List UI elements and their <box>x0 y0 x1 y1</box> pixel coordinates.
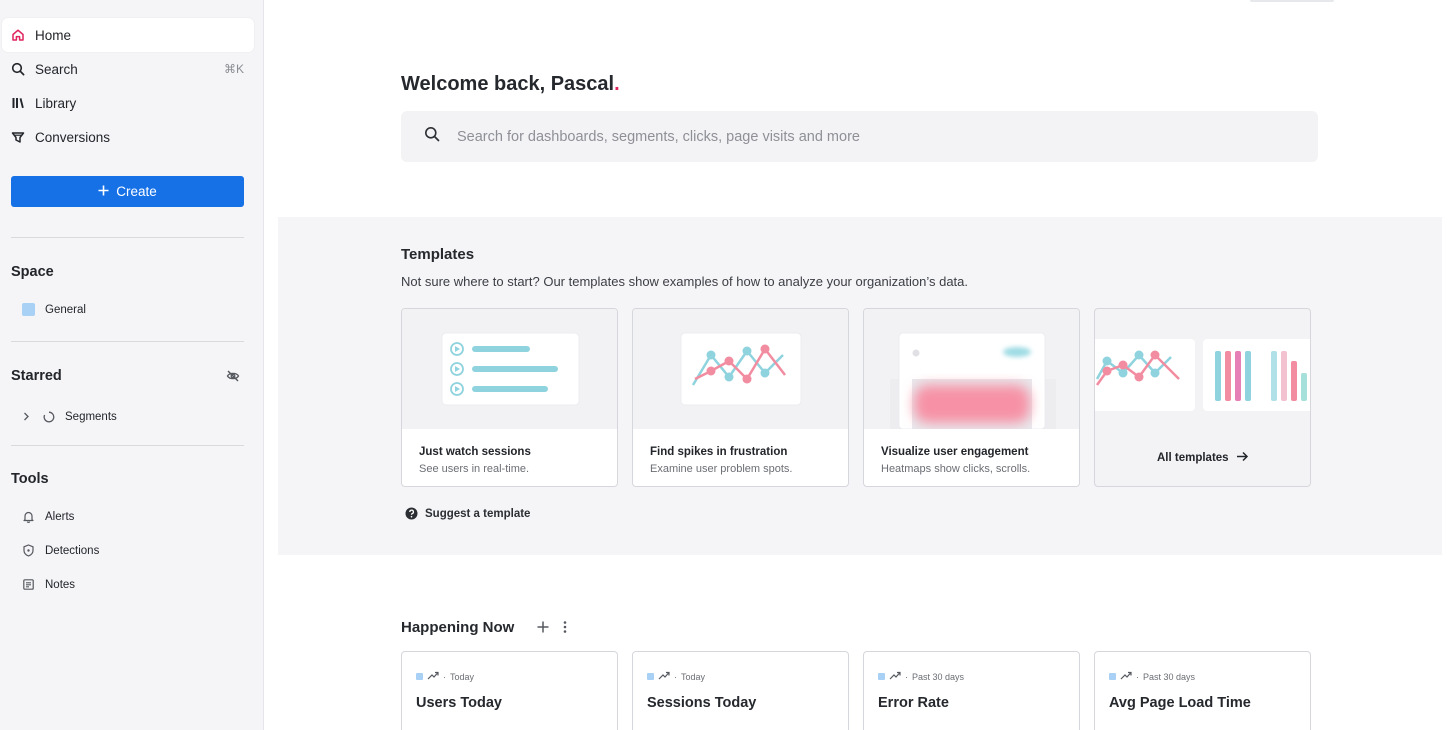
starred-title: Starred <box>11 368 62 384</box>
shield-icon <box>22 544 35 557</box>
top-right-control[interactable] <box>1250 0 1334 2</box>
metric-period: Today <box>681 671 706 682</box>
tools-item-label: Detections <box>45 544 100 557</box>
happening-now-title: Happening Now <box>401 619 515 636</box>
notes-icon <box>22 578 35 591</box>
all-templates-illustration <box>1095 309 1310 429</box>
search-shortcut: ⌘K <box>223 62 244 76</box>
all-templates-link[interactable]: All templates <box>1157 451 1249 465</box>
metric-title: Avg Page Load Time <box>1109 695 1251 711</box>
sidebar-divider <box>11 237 244 238</box>
add-icon[interactable] <box>536 620 550 634</box>
heatmap-illustration <box>864 309 1079 430</box>
segments-icon <box>42 410 55 423</box>
metric-title: Sessions Today <box>647 695 757 711</box>
nav-library-label: Library <box>35 95 77 111</box>
sessions-illustration <box>402 309 617 429</box>
suggest-template-label: Suggest a template <box>425 507 531 520</box>
bell-icon <box>22 510 35 523</box>
template-card-frustration-spikes[interactable]: Find spikes in frustration Examine user … <box>632 308 849 487</box>
welcome-text: Welcome back, Pascal <box>401 73 615 95</box>
template-subtitle: Examine user problem spots. <box>650 463 793 475</box>
nav-home[interactable]: Home <box>2 18 254 52</box>
trend-icon <box>1120 671 1132 682</box>
home-icon <box>11 28 25 42</box>
nav-search-label: Search <box>35 61 78 77</box>
template-card-watch-sessions[interactable]: Just watch sessions See users in real-ti… <box>401 308 618 487</box>
chevron-right-icon[interactable] <box>22 410 30 423</box>
space-item-label: General <box>45 303 86 316</box>
frustration-line-illustration <box>633 309 848 429</box>
trend-icon <box>427 671 439 682</box>
space-swatch <box>878 673 885 680</box>
arrow-right-icon <box>1236 451 1249 465</box>
metric-card-users-today[interactable]: · Today Users Today <box>401 651 618 730</box>
metric-meta: · Today <box>647 671 705 682</box>
metric-period: Past 30 days <box>912 671 965 682</box>
templates-title: Templates <box>401 246 475 263</box>
templates-description: Not sure where to start? Our templates s… <box>401 274 968 289</box>
create-button[interactable]: Create <box>11 176 244 207</box>
search-icon <box>424 126 440 147</box>
space-color-swatch <box>22 303 35 316</box>
metric-card-avg-page-load[interactable]: · Past 30 days Avg Page Load Time <box>1094 651 1311 730</box>
nav-conversions[interactable]: Conversions <box>2 120 254 154</box>
plus-icon <box>98 184 109 199</box>
metric-title: Users Today <box>416 695 502 711</box>
space-item-general[interactable]: General <box>22 303 86 316</box>
welcome-dot: . <box>614 73 620 95</box>
tools-item-label: Alerts <box>45 510 75 523</box>
template-subtitle: See users in real-time. <box>419 463 530 475</box>
metric-meta: · Past 30 days <box>1109 671 1195 682</box>
metric-meta: · Today <box>416 671 474 682</box>
global-search-bar[interactable] <box>401 111 1318 162</box>
metric-card-error-rate[interactable]: · Past 30 days Error Rate <box>863 651 1080 730</box>
space-title: Space <box>11 264 54 280</box>
metric-period: Today <box>450 671 475 682</box>
space-swatch <box>647 673 654 680</box>
nav-home-label: Home <box>35 27 72 43</box>
create-button-label: Create <box>116 184 157 199</box>
space-swatch <box>416 673 423 680</box>
tools-title: Tools <box>11 471 49 487</box>
template-title: Find spikes in frustration <box>650 446 788 458</box>
sidebar-divider <box>11 445 244 446</box>
eye-off-icon[interactable] <box>226 369 240 383</box>
metric-card-sessions-today[interactable]: · Today Sessions Today <box>632 651 849 730</box>
tools-item-detections[interactable]: Detections <box>22 544 99 557</box>
nav-search[interactable]: Search ⌘K <box>2 52 254 86</box>
template-card-user-engagement[interactable]: Visualize user engagement Heatmaps show … <box>863 308 1080 487</box>
suggest-template-link[interactable]: Suggest a template <box>405 507 530 520</box>
metric-title: Error Rate <box>878 695 949 711</box>
starred-item-label: Segments <box>65 410 117 423</box>
sidebar-divider <box>11 341 244 342</box>
help-circle-icon <box>405 507 418 520</box>
library-icon <box>11 96 25 110</box>
tools-item-notes[interactable]: Notes <box>22 578 75 591</box>
nav-library[interactable]: Library <box>2 86 254 120</box>
trend-icon <box>658 671 670 682</box>
tools-item-label: Notes <box>45 578 76 591</box>
template-title: Just watch sessions <box>419 446 531 458</box>
space-swatch <box>1109 673 1116 680</box>
metric-meta: · Past 30 days <box>878 671 964 682</box>
template-title: Visualize user engagement <box>881 446 1029 458</box>
welcome-heading: Welcome back, Pascal. <box>401 73 620 96</box>
starred-item-segments[interactable]: Segments <box>22 410 117 423</box>
nav-conversions-label: Conversions <box>35 129 111 145</box>
all-templates-card[interactable]: All templates <box>1094 308 1311 487</box>
tools-item-alerts[interactable]: Alerts <box>22 510 74 523</box>
template-subtitle: Heatmaps show clicks, scrolls. <box>881 463 1031 475</box>
all-templates-label: All templates <box>1157 452 1229 464</box>
conversions-icon <box>11 130 25 144</box>
search-icon <box>11 62 25 76</box>
global-search-input[interactable] <box>457 128 1277 145</box>
trend-icon <box>889 671 901 682</box>
sidebar: Home Search ⌘K Library Conversions Creat… <box>0 0 264 730</box>
more-vertical-icon[interactable] <box>558 620 572 634</box>
metric-period: Past 30 days <box>1143 671 1196 682</box>
